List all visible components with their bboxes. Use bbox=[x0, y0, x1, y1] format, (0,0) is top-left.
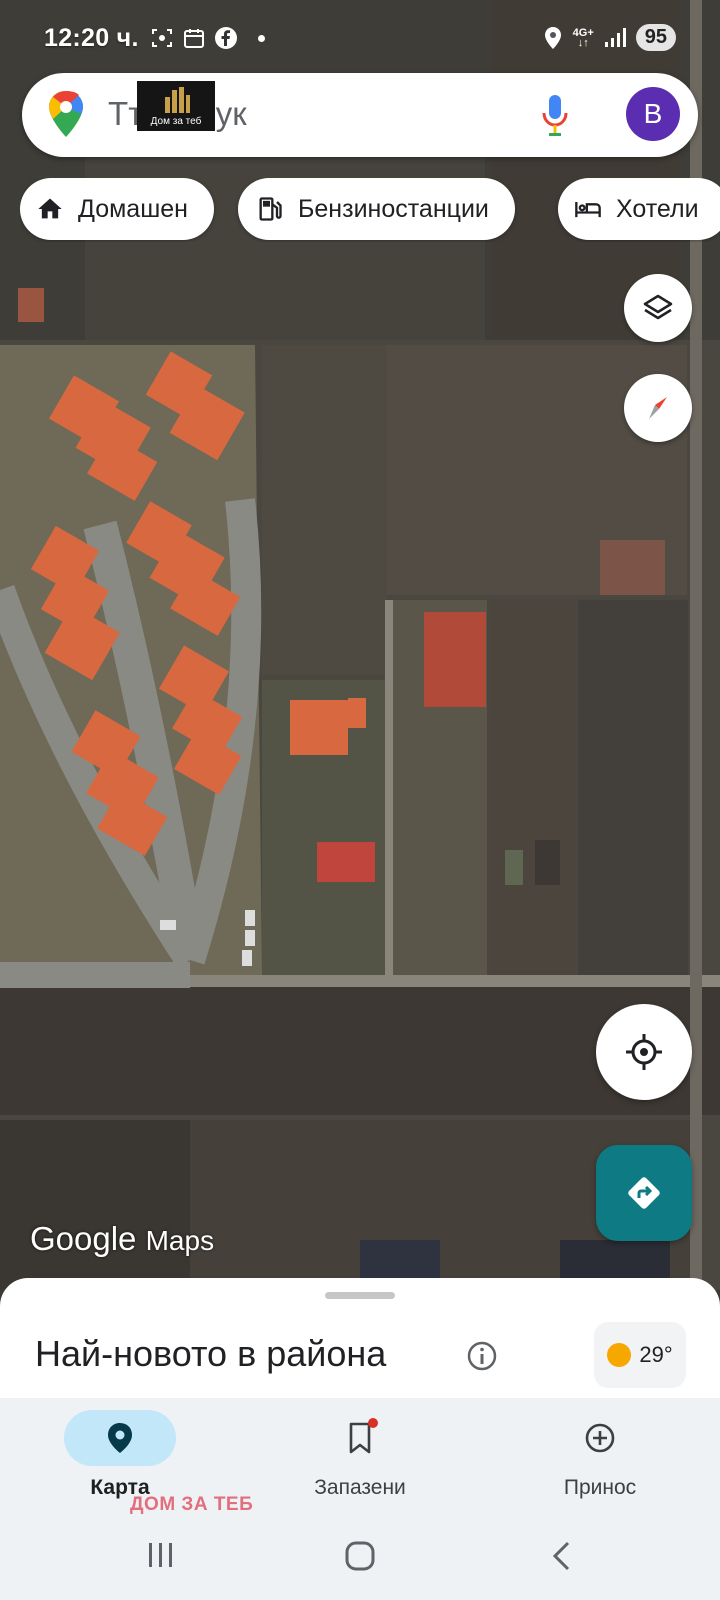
signal-icon bbox=[604, 27, 626, 47]
notification-dot bbox=[368, 1418, 378, 1428]
logo-google: Google bbox=[30, 1220, 137, 1257]
nav-label-contribute: Принос bbox=[563, 1476, 637, 1499]
home-icon bbox=[38, 198, 62, 219]
watermark-logo: Дом за теб bbox=[137, 81, 215, 131]
weather-chip[interactable]: 29° bbox=[594, 1322, 686, 1388]
weather-temperature: 29° bbox=[639, 1342, 673, 1367]
status-system-icons: 4G+ ↓↑ 95 bbox=[543, 24, 676, 51]
network-type: 4G+ ↓↑ bbox=[572, 26, 594, 49]
my-location-button[interactable] bbox=[596, 1004, 692, 1100]
layers-icon bbox=[643, 294, 673, 320]
logo-maps: Maps bbox=[145, 1225, 215, 1256]
recent-apps-icon[interactable] bbox=[146, 1540, 176, 1570]
watermark-caption: Дом за теб bbox=[150, 116, 202, 127]
google-maps-watermark: Google Maps bbox=[30, 1220, 214, 1258]
sun-icon bbox=[607, 1343, 632, 1367]
category-chips: Домашен Бензиностанции Хотели bbox=[20, 178, 720, 242]
chip-label: Домашен bbox=[78, 194, 188, 223]
gas-station-icon bbox=[259, 197, 282, 221]
location-icon bbox=[544, 26, 561, 49]
microphone-icon[interactable] bbox=[540, 93, 570, 137]
hotel-bed-icon bbox=[575, 202, 601, 218]
nav-pill-saved bbox=[304, 1410, 416, 1466]
google-maps-logo-icon bbox=[49, 91, 83, 137]
sheet-title: Най-новото в района bbox=[35, 1333, 387, 1374]
sheet-drag-handle[interactable] bbox=[325, 1292, 395, 1299]
compass-icon bbox=[649, 397, 667, 419]
screenshot-icon bbox=[152, 29, 172, 47]
directions-icon bbox=[628, 1177, 660, 1209]
account-avatar[interactable]: B bbox=[626, 87, 680, 141]
nav-pill-contribute bbox=[544, 1410, 656, 1466]
building-logo-icon bbox=[165, 87, 190, 113]
facebook-icon bbox=[215, 27, 237, 49]
back-icon[interactable] bbox=[550, 1540, 574, 1572]
home-button-icon[interactable] bbox=[344, 1540, 376, 1572]
latest-in-area-sheet[interactable]: Най-новото в района 29° bbox=[0, 1278, 720, 1408]
nav-pill-map bbox=[64, 1410, 176, 1466]
status-time: 12:20 ч. bbox=[44, 24, 139, 52]
search-bar[interactable]: Тъ те тук Дом за теб B bbox=[22, 73, 698, 157]
bottom-navigation: Карта Запазени Принос bbox=[0, 1398, 720, 1520]
layers-button[interactable] bbox=[624, 274, 692, 342]
nav-label-saved: Запазени bbox=[314, 1476, 406, 1499]
more-notifications-dot bbox=[258, 34, 265, 42]
chip-label: Бензиностанции bbox=[298, 194, 489, 223]
compass-button[interactable] bbox=[624, 374, 692, 442]
system-navigation-bar bbox=[0, 1520, 720, 1600]
info-icon[interactable] bbox=[466, 1340, 498, 1372]
nav-tab-saved[interactable]: Запазени bbox=[260, 1410, 460, 1500]
calendar-icon bbox=[184, 29, 204, 48]
status-notification-icons bbox=[150, 26, 265, 50]
add-circle-icon bbox=[585, 1423, 615, 1453]
chip-hotels[interactable]: Хотели bbox=[558, 178, 720, 240]
nav-tab-map[interactable]: Карта bbox=[20, 1410, 220, 1500]
watermark-text: ДОМ ЗА ТЕБ bbox=[130, 1494, 254, 1515]
battery-level: 95 bbox=[635, 24, 676, 51]
chip-home[interactable]: Домашен bbox=[20, 178, 214, 240]
chip-gas-stations[interactable]: Бензиностанции bbox=[238, 178, 515, 240]
chip-label: Хотели bbox=[616, 194, 699, 223]
nav-tab-contribute[interactable]: Принос bbox=[500, 1410, 700, 1500]
status-bar: 12:20 ч. 4G+ ↓↑ 95 bbox=[0, 0, 720, 78]
directions-button[interactable] bbox=[596, 1145, 692, 1241]
crosshair-location-icon bbox=[626, 1034, 662, 1070]
map-pin-icon bbox=[108, 1423, 132, 1453]
